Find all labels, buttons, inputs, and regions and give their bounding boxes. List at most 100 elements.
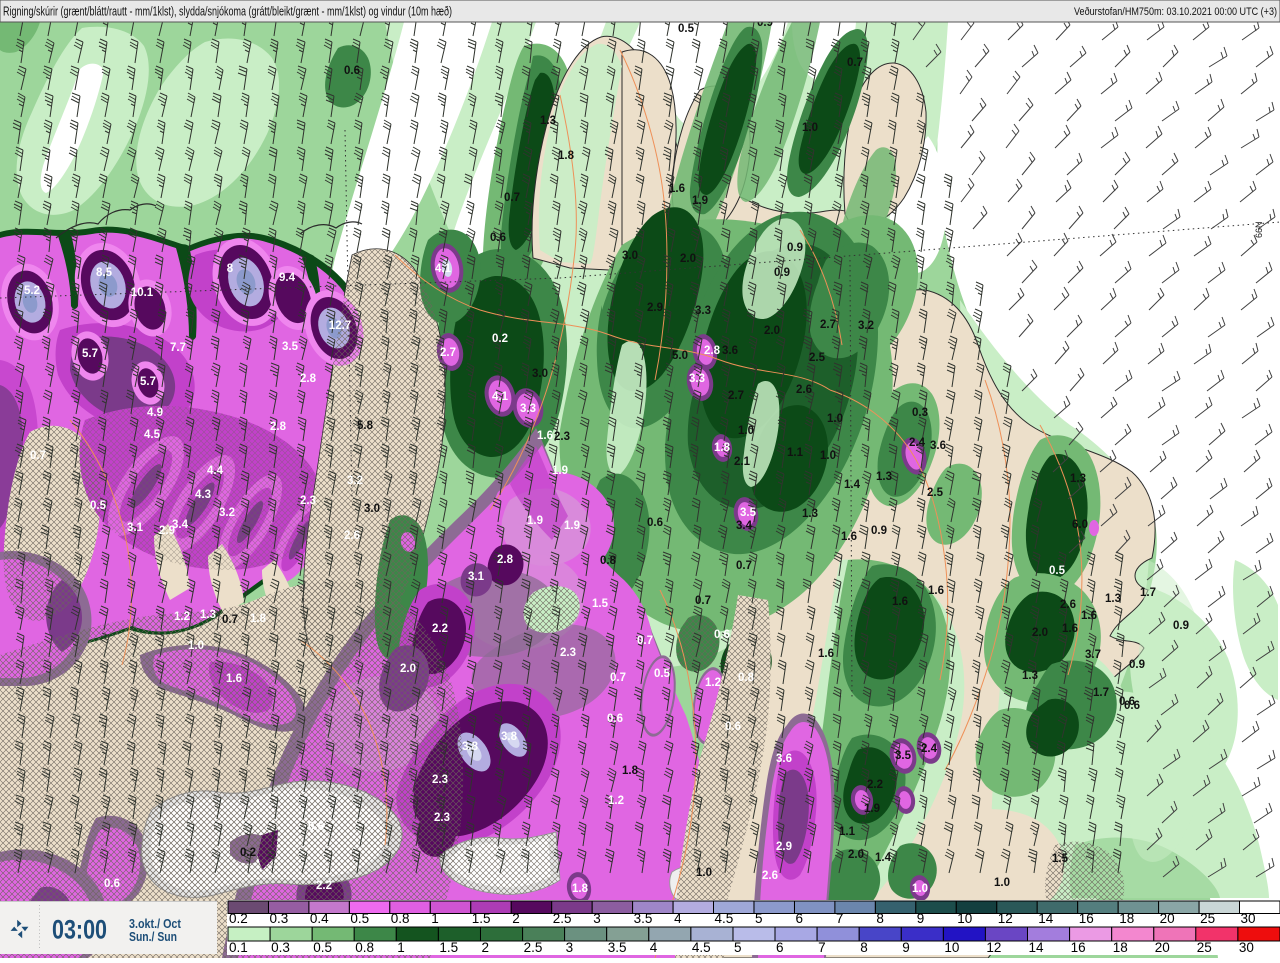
svg-text:1.3: 1.3 bbox=[876, 471, 892, 483]
svg-text:2.5: 2.5 bbox=[524, 940, 543, 955]
svg-text:Veðurstofan/HM750m: 03.10.2021: Veðurstofan/HM750m: 03.10.2021 00:00 UTC… bbox=[1074, 6, 1277, 18]
svg-text:2.3: 2.3 bbox=[432, 774, 448, 786]
svg-text:1.8: 1.8 bbox=[622, 765, 639, 777]
svg-text:4.4: 4.4 bbox=[207, 465, 224, 477]
svg-text:1.9: 1.9 bbox=[692, 195, 708, 207]
svg-text:1.6: 1.6 bbox=[818, 648, 834, 660]
svg-text:0.9: 0.9 bbox=[1129, 659, 1145, 671]
svg-text:1.0: 1.0 bbox=[820, 450, 836, 462]
svg-text:1.7: 1.7 bbox=[1140, 587, 1156, 599]
svg-text:9.4: 9.4 bbox=[279, 272, 296, 284]
svg-text:2.0: 2.0 bbox=[680, 253, 696, 265]
svg-text:4.5: 4.5 bbox=[144, 429, 161, 441]
svg-text:1.5: 1.5 bbox=[592, 598, 609, 610]
svg-text:4.9: 4.9 bbox=[147, 407, 163, 419]
svg-text:2.3: 2.3 bbox=[300, 495, 316, 507]
svg-text:0.6: 0.6 bbox=[714, 629, 730, 641]
svg-text:2: 2 bbox=[482, 940, 490, 955]
svg-text:10.1: 10.1 bbox=[131, 287, 154, 299]
svg-text:9: 9 bbox=[917, 911, 925, 926]
svg-text:5.7: 5.7 bbox=[82, 348, 98, 360]
svg-text:1.2: 1.2 bbox=[174, 611, 190, 623]
svg-text:0.4: 0.4 bbox=[310, 911, 329, 926]
svg-text:8: 8 bbox=[860, 940, 868, 955]
svg-text:1.7: 1.7 bbox=[1093, 687, 1109, 699]
svg-text:3.5: 3.5 bbox=[895, 750, 912, 762]
svg-text:1.9: 1.9 bbox=[564, 520, 580, 532]
svg-text:1.6: 1.6 bbox=[841, 531, 857, 543]
svg-text:3.1: 3.1 bbox=[468, 571, 485, 583]
svg-text:0.5: 0.5 bbox=[1049, 565, 1066, 577]
svg-text:1.0: 1.0 bbox=[802, 122, 818, 134]
svg-text:0.1: 0.1 bbox=[229, 940, 248, 955]
svg-text:1.0: 1.0 bbox=[912, 883, 928, 895]
svg-text:5: 5 bbox=[734, 940, 742, 955]
svg-text:3.5: 3.5 bbox=[740, 507, 757, 519]
svg-text:14: 14 bbox=[1029, 940, 1045, 955]
svg-text:0.7: 0.7 bbox=[504, 192, 520, 204]
svg-text:4: 4 bbox=[674, 911, 682, 926]
svg-text:3.8: 3.8 bbox=[501, 731, 518, 743]
svg-text:9: 9 bbox=[902, 940, 910, 955]
svg-text:0.5: 0.5 bbox=[654, 668, 671, 680]
svg-text:3.4: 3.4 bbox=[736, 520, 753, 532]
svg-text:7.7: 7.7 bbox=[170, 342, 186, 354]
svg-text:0.2: 0.2 bbox=[240, 847, 256, 859]
svg-text:2.1: 2.1 bbox=[734, 456, 751, 468]
svg-text:1.9: 1.9 bbox=[864, 803, 880, 815]
svg-text:Sun./ Sun: Sun./ Sun bbox=[129, 929, 177, 944]
svg-text:3.0: 3.0 bbox=[622, 250, 638, 262]
svg-text:2.4: 2.4 bbox=[921, 743, 938, 755]
svg-text:0.6: 0.6 bbox=[647, 517, 663, 529]
svg-text:0.6: 0.6 bbox=[490, 232, 506, 244]
svg-text:3.2: 3.2 bbox=[858, 320, 874, 332]
svg-text:3.2: 3.2 bbox=[347, 475, 363, 487]
svg-text:3.6: 3.6 bbox=[930, 440, 946, 452]
svg-text:6.0: 6.0 bbox=[1072, 519, 1088, 531]
svg-text:3.3: 3.3 bbox=[520, 403, 536, 415]
svg-text:0.9: 0.9 bbox=[787, 242, 803, 254]
svg-text:1.8: 1.8 bbox=[572, 883, 589, 895]
svg-text:2.3: 2.3 bbox=[560, 647, 576, 659]
svg-text:0.3: 0.3 bbox=[271, 940, 290, 955]
svg-text:1.6: 1.6 bbox=[1062, 623, 1078, 635]
svg-text:0.8: 0.8 bbox=[391, 911, 410, 926]
svg-text:2: 2 bbox=[512, 911, 520, 926]
svg-text:2.7: 2.7 bbox=[440, 347, 456, 359]
svg-text:2.6: 2.6 bbox=[1060, 599, 1076, 611]
svg-text:0.6: 0.6 bbox=[1119, 696, 1135, 708]
svg-text:25: 25 bbox=[1200, 911, 1215, 926]
svg-text:1.9: 1.9 bbox=[552, 465, 568, 477]
svg-text:2.8: 2.8 bbox=[704, 345, 721, 357]
svg-text:0.7: 0.7 bbox=[695, 595, 711, 607]
svg-text:3.3: 3.3 bbox=[689, 373, 705, 385]
svg-text:2.0: 2.0 bbox=[764, 325, 780, 337]
svg-text:25: 25 bbox=[1197, 940, 1212, 955]
svg-text:18: 18 bbox=[1119, 911, 1134, 926]
svg-text:2.9: 2.9 bbox=[776, 841, 792, 853]
svg-text:1.2: 1.2 bbox=[608, 795, 624, 807]
svg-text:1.6: 1.6 bbox=[226, 673, 242, 685]
svg-text:5.7: 5.7 bbox=[140, 376, 156, 388]
svg-text:2.6: 2.6 bbox=[796, 384, 812, 396]
svg-text:4.5: 4.5 bbox=[715, 911, 734, 926]
svg-text:3.7: 3.7 bbox=[1085, 649, 1101, 661]
svg-text:10: 10 bbox=[957, 911, 972, 926]
svg-text:3.0: 3.0 bbox=[532, 368, 548, 380]
svg-text:66N: 66N bbox=[1254, 221, 1264, 238]
svg-text:30: 30 bbox=[1239, 940, 1254, 955]
svg-text:20: 20 bbox=[1155, 940, 1170, 955]
svg-text:1.0: 1.0 bbox=[188, 640, 204, 652]
svg-text:2.8: 2.8 bbox=[497, 554, 514, 566]
svg-text:0.7: 0.7 bbox=[847, 57, 863, 69]
svg-text:1.1: 1.1 bbox=[787, 447, 804, 459]
svg-text:2.9: 2.9 bbox=[159, 525, 175, 537]
svg-text:1.8: 1.8 bbox=[250, 613, 267, 625]
svg-text:1.3: 1.3 bbox=[1105, 593, 1121, 605]
svg-text:0.6: 0.6 bbox=[344, 65, 360, 77]
svg-text:0.9: 0.9 bbox=[774, 267, 790, 279]
svg-text:0.8: 0.8 bbox=[738, 672, 755, 684]
svg-text:0.5: 0.5 bbox=[90, 500, 107, 512]
svg-text:2.5: 2.5 bbox=[553, 911, 572, 926]
svg-text:0.2: 0.2 bbox=[229, 911, 248, 926]
